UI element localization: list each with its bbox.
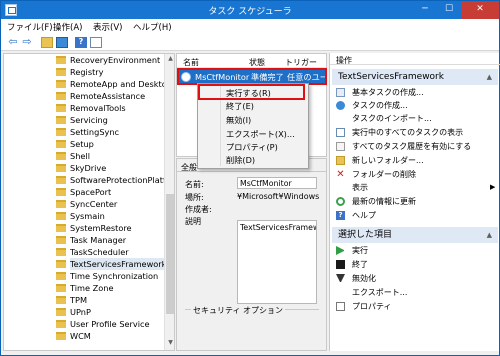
gear-icon [336,101,345,110]
maximize-button[interactable]: ☐ [437,1,461,19]
menu-action[interactable]: 操作(A) [53,21,82,33]
actions-pane: 操作 TextServicesFramework ▲ 基本タスクの作成... タス… [329,53,500,351]
list-icon [336,128,345,137]
folder-icon [56,248,66,256]
actions-header: 操作 [330,53,500,65]
description-label: 説明 [185,217,201,226]
tab-general[interactable]: 全般 [181,162,197,173]
delete-icon: ✕ [336,169,345,180]
scroll-down-icon[interactable]: ▼ [165,339,174,349]
folder-icon [56,272,66,280]
folder-icon [56,332,66,340]
tree-scrollbar[interactable]: ▲ ▼ [164,54,174,350]
folder-icon [336,156,345,165]
menu-item-disable[interactable]: 無効(I) [226,114,251,127]
minimize-button[interactable]: ─ [413,1,437,19]
toolbar: ⇦ ⇨ ? [1,34,499,51]
folder-icon [56,176,66,184]
show-hide-action-pane-icon[interactable] [90,37,102,48]
actions-group-folder[interactable]: TextServicesFramework ▲ [332,69,498,85]
actions-group-selected[interactable]: 選択した項目 ▲ [332,227,498,243]
blank-icon [336,114,345,123]
folder-icon [56,164,66,172]
security-options-label: セキュリティ オプション [191,305,286,316]
task-detail-pane: 全般 名前: MsCtfMonitor 場所: ¥Microsoft¥Windo… [176,158,327,351]
description-field[interactable]: TextServicesFramewo [237,220,317,304]
highlight-box-run [198,84,305,100]
blank-icon [336,288,345,297]
folder-icon [56,320,66,328]
group-title: 選択した項目 [338,230,393,240]
title-bar: タスク スケジューラ ─ ☐ ✕ [1,1,499,19]
forward-arrow-icon[interactable]: ⇨ [21,36,33,48]
location-value: ¥Microsoft¥Windows¥T [237,192,319,201]
play-icon [336,246,345,255]
history-icon [336,142,345,151]
folder-icon [56,200,66,208]
folder-icon [56,284,66,292]
action-view[interactable]: 表示 ▶ [336,181,496,194]
collapse-icon[interactable]: ▲ [487,227,492,243]
menu-view[interactable]: 表示(V) [93,21,122,33]
name-label: 名前: [185,180,204,189]
column-name[interactable]: 名前 [183,57,199,68]
folder-icon [56,308,66,316]
refresh-icon [336,197,345,206]
name-field[interactable]: MsCtfMonitor [237,177,317,189]
show-hide-tree-icon[interactable] [56,37,68,48]
close-button[interactable]: ✕ [461,1,499,19]
folder-icon [56,128,66,136]
location-label: 場所: [185,193,204,202]
task-icon [336,88,345,97]
folder-icon [56,116,66,124]
menu-item-properties[interactable]: プロパティ(P) [226,141,278,154]
folder-icon [56,260,66,268]
task-list-header: 名前 状態 トリガー [177,54,326,68]
group-title: TextServicesFramework [338,72,444,82]
back-arrow-icon[interactable]: ⇦ [7,36,19,48]
stop-icon [336,260,345,269]
task-scheduler-window: タスク スケジューラ ─ ☐ ✕ ファイル(F) 操作(A) 表示(V) ヘルプ… [0,0,500,356]
blank-icon [336,183,345,192]
menu-help[interactable]: ヘルプ(H) [133,21,172,33]
column-status[interactable]: 状態 [249,57,265,68]
folder-icon [56,224,66,232]
folder-tree: RecoveryEnvironment Registry RemoteApp a… [3,53,175,351]
folder-icon [56,236,66,244]
folder-icon [56,56,66,64]
folder-icon [56,104,66,112]
folder-icon [56,68,66,76]
menu-bar: ファイル(F) 操作(A) 表示(V) ヘルプ(H) [1,19,499,34]
scroll-thumb[interactable] [166,194,174,314]
folder-icon [56,152,66,160]
help-icon[interactable]: ? [75,37,87,48]
disable-icon [336,274,345,283]
up-folder-icon[interactable] [41,37,53,48]
collapse-icon[interactable]: ▲ [487,69,492,85]
folder-icon [56,212,66,220]
menu-item-export[interactable]: エクスポート(X)... [226,128,295,141]
folder-icon [56,140,66,148]
folder-icon [56,80,66,88]
column-trigger[interactable]: トリガー [285,57,317,68]
folder-icon [56,188,66,196]
submenu-arrow-icon: ▶ [490,183,496,191]
help-icon: ? [336,211,345,220]
folder-icon [56,296,66,304]
menu-item-end[interactable]: 終了(E) [226,100,254,113]
properties-icon [336,302,345,311]
folder-icon [56,92,66,100]
menu-file[interactable]: ファイル(F) [7,21,53,33]
scroll-up-icon[interactable]: ▲ [165,55,174,65]
author-label: 作成者: [185,205,212,214]
menu-item-delete[interactable]: 削除(D) [226,154,255,167]
